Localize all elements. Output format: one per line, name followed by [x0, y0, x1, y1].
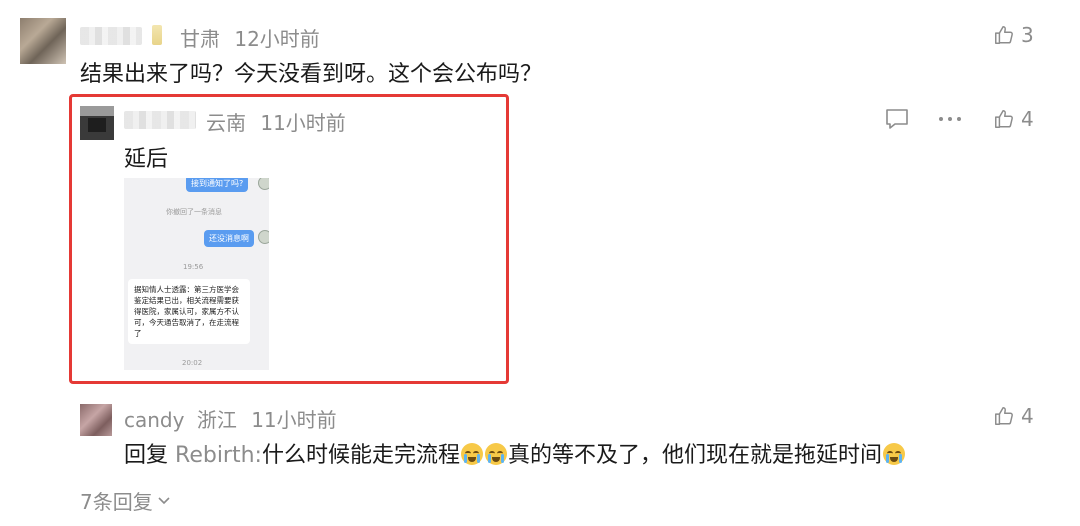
comment-meta: 甘肃 12小时前: [180, 23, 320, 52]
reply-text: 延后: [124, 147, 169, 172]
chat-bubble-sent: 还没消息啊: [204, 230, 254, 247]
reply-prefix: 回复: [124, 443, 169, 468]
reply-text-part1: 什么时候能走完流程: [261, 443, 460, 468]
avatar[interactable]: [80, 106, 114, 140]
timestamp: 12小时前: [234, 27, 320, 51]
recall-notice: 你撤回了一条消息: [166, 208, 222, 216]
chat-avatar: [258, 178, 269, 190]
chat-avatar: [258, 230, 269, 244]
username-blurred[interactable]: [80, 27, 142, 45]
like-button[interactable]: 4: [993, 404, 1034, 428]
username-blurred[interactable]: [124, 111, 196, 129]
timestamp: 11小时前: [260, 111, 346, 135]
chat-bubble-received: 据知情人士透露：第三方医学会鉴定结果已出，相关流程需要获得医院，家属认可，家属方…: [128, 279, 250, 344]
comment-icon[interactable]: [885, 108, 909, 130]
more-replies-button[interactable]: 7条回复: [80, 486, 171, 515]
like-count: 4: [1021, 107, 1034, 131]
avatar[interactable]: [80, 404, 112, 436]
timestamp: 11小时前: [251, 408, 337, 432]
user-badge: [152, 25, 162, 45]
like-count: 3: [1021, 23, 1034, 47]
reply-meta: candy 浙江 11小时前: [124, 404, 337, 433]
more-icon[interactable]: [938, 116, 962, 122]
avatar[interactable]: [20, 18, 66, 64]
more-replies-label: 7条回复: [80, 490, 153, 514]
location: 甘肃: [180, 27, 220, 51]
reply-meta: 云南 11小时前: [206, 107, 346, 136]
thumbs-up-icon: [995, 110, 1013, 128]
chat-time: 19:56: [183, 263, 204, 271]
comment-text: 结果出来了吗？今天没看到呀。这个会公布吗？: [80, 62, 543, 87]
thumbs-up-icon: [995, 407, 1013, 425]
like-count: 4: [1021, 404, 1034, 428]
reply-text-part2: 真的等不及了，他们现在就是拖延时间: [507, 443, 882, 468]
loudly-crying-face-icon: [883, 443, 905, 465]
reply-text: 回复 Rebirth:什么时候能走完流程 真的等不及了，他们现在就是拖延时间: [124, 437, 906, 469]
chat-time: 20:02: [182, 359, 203, 367]
like-button[interactable]: 4: [993, 107, 1034, 131]
reply-image[interactable]: 接到通知了吗? 你撤回了一条消息 还没消息啊 19:56 据知情人士透露：第三方…: [124, 178, 269, 370]
loudly-crying-face-icon: [484, 443, 507, 465]
like-button[interactable]: 3: [993, 23, 1034, 47]
username[interactable]: candy: [124, 408, 184, 432]
loudly-crying-face-icon: [460, 443, 483, 465]
chevron-down-icon: [158, 496, 170, 504]
reply-to-user[interactable]: Rebirth: [175, 443, 255, 468]
chat-bubble-sent: 接到通知了吗?: [186, 178, 249, 192]
thumbs-up-icon: [995, 26, 1013, 44]
location: 云南: [206, 111, 246, 135]
reply-separator: :: [254, 443, 262, 468]
location: 浙江: [196, 408, 237, 432]
